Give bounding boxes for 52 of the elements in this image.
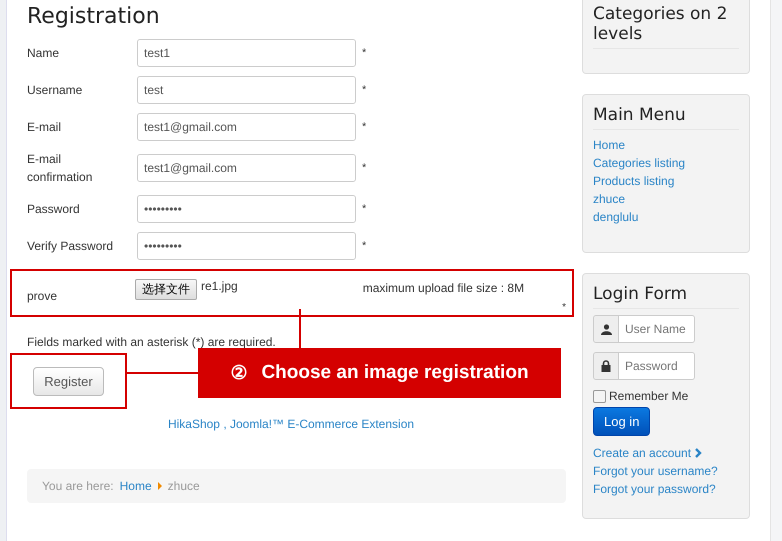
- field-label: prove: [27, 289, 58, 303]
- module-title: Categories on 2 levels: [593, 4, 739, 49]
- input-field[interactable]: test1@gmail.com: [137, 113, 356, 141]
- menu-link[interactable]: Products listing: [593, 172, 739, 190]
- breadcrumb-link[interactable]: Home: [120, 479, 152, 493]
- required-mark: *: [362, 84, 366, 96]
- required-mark: *: [562, 302, 566, 313]
- choose-file-button[interactable]: 选择文件: [135, 279, 197, 300]
- remember-label: Remember Me: [609, 389, 688, 403]
- user-icon: [600, 324, 612, 334]
- field-label: Name: [27, 45, 60, 62]
- field-label: Verify Password: [27, 238, 114, 255]
- module-title: Login Form: [593, 284, 739, 309]
- menu-link[interactable]: zhuce: [593, 190, 739, 208]
- account-link[interactable]: Create an account: [593, 444, 692, 462]
- input-field[interactable]: test1: [137, 39, 356, 67]
- required-mark: *: [362, 203, 366, 215]
- field-label: Password: [27, 201, 81, 218]
- input-field[interactable]: •••••••••: [137, 195, 356, 223]
- remember-checkbox[interactable]: [593, 390, 606, 402]
- footer-link[interactable]: HikaShop , Joomla!™ E-Commerce Extension: [168, 417, 414, 431]
- required-mark: *: [362, 121, 366, 133]
- breadcrumb-label: You are here:: [42, 479, 114, 493]
- menu-link[interactable]: Categories listing: [593, 154, 739, 172]
- menu-link[interactable]: denglulu: [593, 208, 739, 226]
- username-field[interactable]: User Name: [619, 315, 695, 343]
- field-label: Username: [27, 82, 84, 99]
- menu-link[interactable]: Home: [593, 136, 739, 154]
- account-link[interactable]: Forgot your password?: [593, 480, 739, 498]
- input-field[interactable]: •••••••••: [137, 232, 356, 260]
- module-title: Main Menu: [593, 105, 739, 130]
- account-link[interactable]: Forgot your username?: [593, 462, 739, 480]
- field-label: E-mail: [27, 119, 62, 136]
- login-button[interactable]: Log in: [593, 407, 650, 436]
- breadcrumb-current: zhuce: [168, 479, 200, 493]
- field-label: E-mail confirmation: [27, 151, 94, 186]
- callout-text: Choose an image registration: [261, 362, 529, 384]
- required-mark: *: [362, 47, 366, 59]
- file-name: re1.jpg: [201, 279, 238, 293]
- input-field[interactable]: test: [137, 76, 356, 104]
- required-mark: *: [362, 162, 366, 174]
- separator-icon: [158, 482, 162, 490]
- register-button[interactable]: Register: [33, 366, 104, 396]
- chevron-icon: [695, 448, 702, 458]
- upload-size-note: maximum upload file size : 8M: [362, 281, 524, 295]
- lock-icon: [601, 360, 611, 372]
- page-title: Registration: [27, 4, 161, 29]
- input-field[interactable]: test1@gmail.com: [137, 154, 356, 182]
- required-mark: *: [362, 240, 366, 252]
- required-note: Fields marked with an asterisk (*) are required.: [27, 335, 277, 349]
- password-field[interactable]: Password: [619, 352, 695, 380]
- callout-number: ②: [230, 362, 248, 385]
